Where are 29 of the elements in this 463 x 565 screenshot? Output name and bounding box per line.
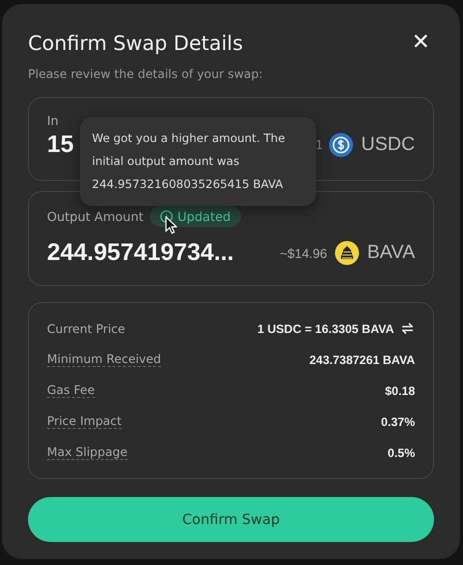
tooltip: We got you a higher amount. The initial output amount was 244.957321608035265415 BAVA	[80, 117, 316, 206]
input-amount: 15	[47, 131, 74, 159]
detail-value: 0.5%	[388, 446, 415, 460]
detail-value: 0.37%	[380, 414, 415, 428]
coin-icon	[329, 133, 354, 157]
usd-value: ~$14.96	[280, 246, 328, 260]
token-name: USDC	[361, 134, 415, 156]
detail-label: Minimum Received	[47, 352, 162, 367]
detail-label: Current Price	[47, 322, 126, 336]
detail-label: Max Slippage	[47, 445, 128, 460]
detail-value: 1 USDC = 16.3305 BAVA	[257, 322, 394, 336]
output-label: Output Amount	[47, 209, 144, 224]
dialog-title: Confirm Swap Details	[28, 30, 243, 54]
info-icon	[160, 210, 173, 223]
coin-icon	[335, 241, 360, 265]
badge-text: Updated	[178, 209, 231, 224]
close-button[interactable]: ✕	[408, 30, 434, 55]
confirm-swap-button[interactable]: Confirm Swap	[28, 497, 434, 542]
output-amount: 244.957419734...	[47, 239, 234, 267]
usd-value: 1	[316, 138, 324, 152]
detail-label: Price Impact	[47, 414, 122, 429]
detail-label: Gas Fee	[47, 383, 95, 398]
dialog-subtitle: Please review the details of your swap:	[28, 67, 264, 81]
swap-icon[interactable]	[400, 321, 415, 336]
input-label: In	[47, 113, 59, 128]
detail-value: $0.18	[384, 384, 415, 398]
token-name: BAVA	[367, 242, 415, 264]
detail-value: 243.7387261 BAVA	[309, 352, 415, 366]
cursor-icon	[165, 216, 177, 234]
